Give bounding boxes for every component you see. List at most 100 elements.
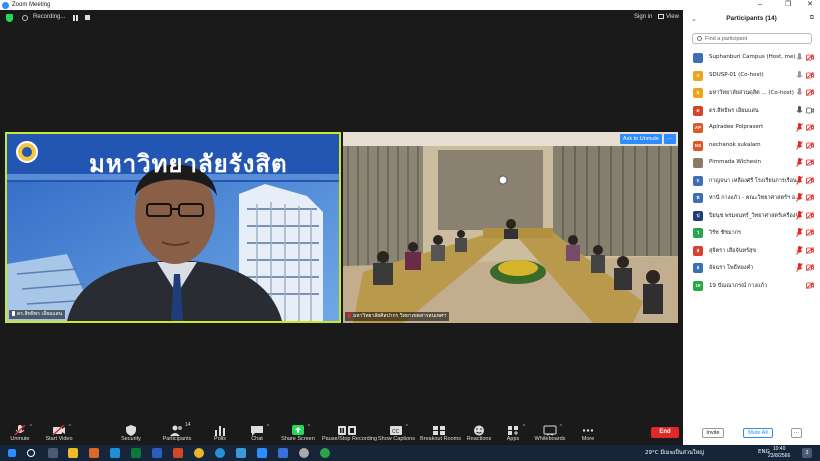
video-off-icon[interactable] [806, 159, 814, 166]
app-icon-2[interactable] [110, 448, 120, 458]
mic-icon[interactable] [796, 70, 803, 80]
zoom-taskbar-icon[interactable] [257, 448, 267, 458]
whiteboards-caret[interactable]: ^ [560, 424, 562, 430]
video-off-icon[interactable] [806, 264, 814, 271]
video-off-icon[interactable] [806, 124, 814, 131]
unmute-caret[interactable]: ^ [30, 424, 32, 430]
clock[interactable]: 10:40 23/8/2566 [768, 446, 790, 460]
chat-caret[interactable]: ^ [267, 424, 269, 430]
invite-button[interactable]: Invite [702, 428, 724, 438]
mic-muted-icon[interactable] [796, 263, 803, 272]
share-screen-button[interactable]: ^ Share Screen [280, 423, 316, 445]
maximize-button[interactable]: ❐ [778, 0, 798, 10]
video-off-icon[interactable] [806, 229, 814, 236]
video-off-icon[interactable] [806, 71, 814, 79]
mic-muted-icon[interactable] [796, 228, 803, 237]
video-off-icon[interactable] [806, 194, 814, 201]
video-off-icon[interactable] [806, 176, 814, 184]
weather-status[interactable]: 29°C มีเมฆเป็นส่วนใหญ่ [645, 449, 704, 457]
app-icon-1[interactable] [89, 448, 99, 458]
video-tile-room[interactable]: Ask to Unmute … มหาวิทยาลัยศิลปากร วิทยา… [343, 132, 678, 323]
breakout-rooms-button[interactable]: Breakout Rooms [420, 423, 461, 445]
polls-button[interactable]: Polls [207, 423, 233, 445]
tile-more-options-button[interactable]: … [664, 134, 676, 144]
share-caret[interactable]: ^ [308, 424, 310, 430]
start-video-button[interactable]: ^ Start Video [44, 423, 74, 445]
security-button[interactable]: Security [116, 423, 146, 445]
participant-row[interactable]: ป ปิยนุช พรมจนทร์_วิทยาศาสตร์เครื่องจักร.… [683, 207, 820, 225]
participant-row[interactable]: ห หานี กางแก้ว - คณะวิทยาศาสตร์ฯ อ... [683, 189, 820, 207]
mic-icon[interactable] [796, 88, 803, 97]
mic-muted-icon[interactable] [796, 123, 803, 132]
participants-button[interactable]: 14 Participants [160, 422, 194, 445]
mute-all-button[interactable]: Mute All [743, 428, 773, 438]
video-tile-active-speaker[interactable]: มหาวิทยาลัยรังสิต ดร.สิทธิพร เอี่ยมแสน [5, 132, 341, 323]
participant-row[interactable]: Pimmada Wichesin [683, 154, 820, 172]
word-icon[interactable] [152, 448, 162, 458]
pop-out-icon[interactable]: ⧉ [810, 15, 814, 22]
participant-row[interactable]: ส สุจิตรา เสือจันทร์สุข [683, 242, 820, 260]
mic-muted-icon[interactable] [796, 210, 803, 220]
video-off-icon[interactable] [806, 281, 814, 289]
participant-row[interactable]: ว วิรัช ชัชมากร [683, 224, 820, 242]
participant-row[interactable]: ม มหาวิทยาลัยสวนดุสิต ... (Co-host) [683, 84, 820, 102]
video-on-icon[interactable] [806, 107, 814, 114]
apps-button[interactable]: ^ Apps [502, 423, 525, 445]
encryption-shield-icon[interactable] [6, 14, 13, 22]
panel-more-button[interactable]: … [791, 428, 802, 438]
end-meeting-button[interactable]: End [651, 427, 679, 438]
line-icon[interactable] [320, 448, 330, 458]
video-off-icon[interactable] [806, 246, 814, 254]
search-taskbar-icon[interactable] [27, 449, 35, 457]
captions-caret[interactable]: ^ [406, 424, 408, 430]
start-icon[interactable] [8, 449, 16, 457]
minimize-button[interactable]: – [750, 0, 770, 10]
show-captions-button[interactable]: CC ^ Show Captions [378, 423, 415, 445]
mic-muted-icon[interactable] [796, 158, 803, 167]
mic-muted-icon[interactable] [796, 175, 803, 185]
powerpoint-icon[interactable] [173, 448, 183, 458]
mic-muted-icon[interactable] [796, 140, 803, 150]
pause-stop-recording-button[interactable]: Pause/Stop Recording [322, 423, 377, 445]
video-off-icon[interactable] [806, 141, 814, 149]
participant-row[interactable]: ก กาญจนา เหลืองศรี โรงเรียนการเรือน [683, 172, 820, 190]
mic-icon[interactable] [796, 105, 803, 115]
mic-muted-icon[interactable] [796, 193, 803, 202]
app-icon-4[interactable] [236, 448, 246, 458]
app-icon-5[interactable] [278, 448, 288, 458]
stop-recording-button[interactable] [85, 15, 90, 20]
participant-name: ปิยนุช พรมจนทร์_วิทยาศาสตร์เครื่องจักร..… [709, 212, 797, 219]
participant-row[interactable]: ด ดร.สิทธิพร เอี่ยมแสน [683, 102, 820, 120]
unmute-button[interactable]: ^ Unmute [5, 423, 35, 445]
file-explorer-icon[interactable] [68, 448, 78, 458]
chat-button[interactable]: ^ Chat [244, 423, 270, 445]
whiteboards-button[interactable]: ^ Whiteboards [533, 423, 567, 445]
sign-in-link[interactable]: Sign in [634, 14, 652, 20]
ask-to-unmute-button[interactable]: Ask to Unmute [619, 134, 662, 144]
participant-row[interactable]: S SDUSP-01 (Co-host) [683, 67, 820, 85]
participant-search-input[interactable]: Find a participant [692, 33, 812, 44]
video-caret[interactable]: ^ [69, 424, 71, 430]
view-button[interactable]: View [658, 14, 679, 20]
app-icon-3[interactable] [131, 448, 141, 458]
settings-taskbar-icon[interactable] [299, 448, 309, 458]
participant-row[interactable]: NS nechanok sukalam [683, 137, 820, 155]
edge-icon[interactable] [215, 448, 225, 458]
video-off-icon[interactable] [806, 54, 814, 61]
participant-row[interactable]: Suphanburi Campus (Host, me) [683, 49, 820, 67]
close-window-button[interactable]: ✕ [800, 0, 820, 10]
participant-row[interactable]: อ อัจฉรา โพธิ์ทองคำ [683, 259, 820, 277]
more-button[interactable]: More [577, 423, 599, 445]
mic-icon[interactable] [796, 53, 803, 62]
notification-icon[interactable]: 3 [802, 448, 812, 458]
video-off-icon[interactable] [806, 211, 814, 219]
mic-muted-icon[interactable] [796, 245, 803, 255]
video-off-icon[interactable] [806, 89, 814, 96]
participant-row[interactable]: 19 19 ปัณณาภรณ์ กางแก้ว [683, 277, 820, 295]
task-view-icon[interactable] [48, 448, 58, 458]
pause-recording-button[interactable] [73, 15, 78, 21]
reactions-button[interactable]: Reactions [466, 423, 492, 445]
apps-caret[interactable]: ^ [523, 424, 525, 430]
participant-row[interactable]: AP Apiradee Polprasert [683, 119, 820, 137]
chrome-icon[interactable] [194, 448, 204, 458]
